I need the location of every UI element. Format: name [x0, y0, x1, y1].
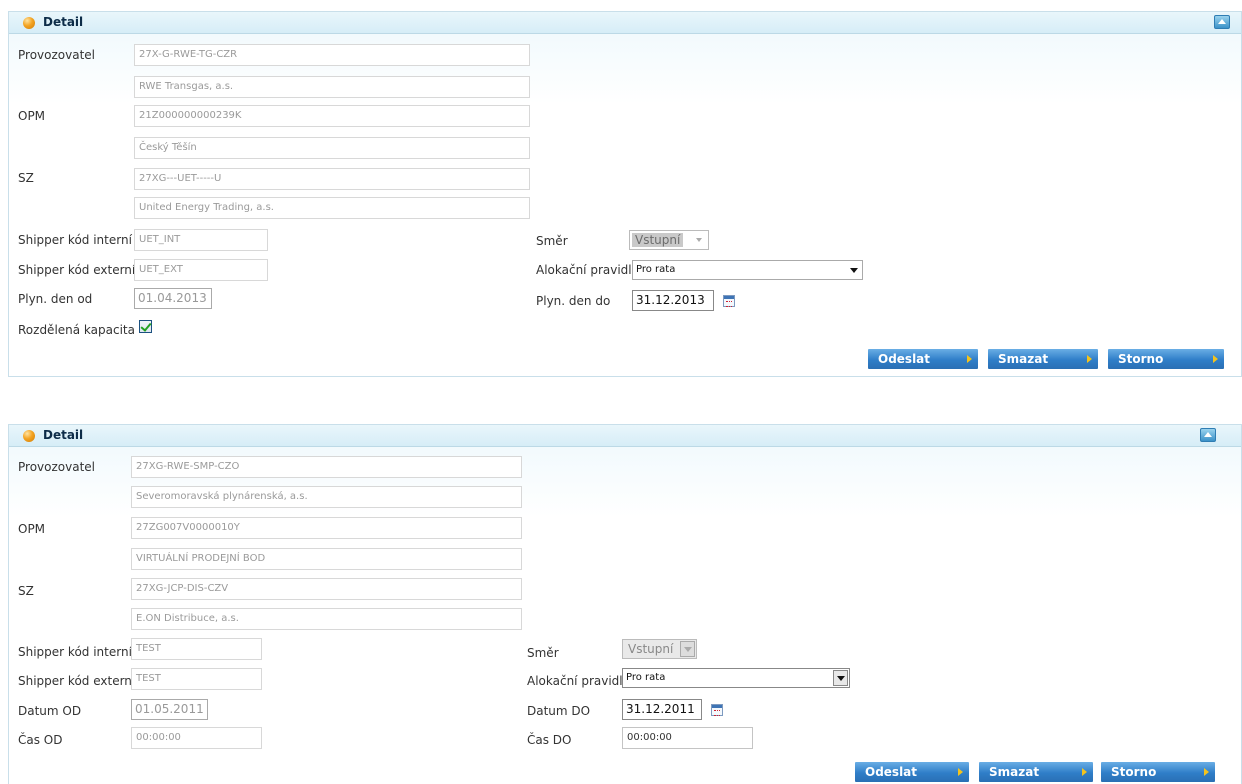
- cancel-button[interactable]: Storno: [1108, 349, 1224, 369]
- orange-orb-icon: [23, 430, 35, 442]
- chevron-down-icon: [850, 268, 858, 273]
- arrow-right-icon: [967, 355, 972, 363]
- orange-orb-icon: [23, 17, 35, 29]
- smer-select: Vstupní: [622, 639, 697, 659]
- calendar-icon[interactable]: [723, 295, 735, 307]
- label-alokacni-pravidlo: Alokační pravidlo: [527, 674, 630, 688]
- sz-code-field[interactable]: 27XG---UET-----U: [134, 168, 530, 190]
- time-from-field[interactable]: 00:00:00: [131, 727, 262, 749]
- label-sz: SZ: [18, 584, 34, 598]
- shipper-interni-field[interactable]: UET_INT: [134, 229, 268, 251]
- label-shipper-interni: Shipper kód interní: [18, 233, 132, 247]
- shipper-externi-field[interactable]: TEST: [131, 668, 262, 690]
- panel-header: [9, 12, 1241, 34]
- label-provozovatel: Provozovatel: [18, 460, 95, 474]
- label-shipper-externi: Shipper kód externí: [18, 674, 136, 688]
- cancel-button[interactable]: Storno: [1101, 762, 1215, 782]
- date-from-field[interactable]: 01.05.2011: [131, 699, 208, 720]
- collapse-button[interactable]: [1214, 15, 1230, 29]
- delete-button-label: Smazat: [989, 765, 1040, 779]
- opm-code-field[interactable]: 21Z000000000239K: [134, 105, 530, 127]
- sz-name-field[interactable]: United Energy Trading, a.s.: [134, 197, 530, 219]
- opm-name-field[interactable]: Český Těšín: [134, 137, 530, 159]
- label-smer: Směr: [536, 234, 568, 248]
- opm-name-field[interactable]: VIRTUÁLNÍ PRODEJNÍ BOD: [131, 548, 522, 570]
- opm-code-field[interactable]: 27ZG007V0000010Y: [131, 517, 522, 539]
- send-button-label: Odeslat: [878, 352, 931, 366]
- smer-select: Vstupní: [629, 230, 709, 250]
- delete-button[interactable]: Smazat: [979, 762, 1093, 782]
- time-to-field[interactable]: 00:00:00: [622, 727, 753, 749]
- date-from-field[interactable]: 01.04.2013: [134, 288, 212, 309]
- arrow-right-icon: [1082, 768, 1087, 776]
- smer-select-value: Vstupní: [628, 642, 674, 656]
- arrow-right-icon: [958, 768, 963, 776]
- label-time-to: Čas DO: [527, 733, 572, 747]
- label-time-from: Čas OD: [18, 733, 63, 747]
- calendar-icon[interactable]: [711, 704, 723, 716]
- alokacni-pravidlo-select[interactable]: Pro rata: [632, 260, 863, 280]
- label-smer: Směr: [527, 646, 559, 660]
- panel-title: Detail: [43, 15, 84, 29]
- provozovatel-code-field[interactable]: 27X-G-RWE-TG-CZR: [134, 44, 530, 66]
- date-to-field[interactable]: 31.12.2013: [632, 290, 714, 311]
- send-button[interactable]: Odeslat: [855, 762, 969, 782]
- sz-name-field[interactable]: E.ON Distribuce, a.s.: [131, 608, 522, 630]
- chevron-down-icon: [833, 670, 848, 686]
- alokacni-pravidlo-select[interactable]: Pro rata: [622, 668, 850, 688]
- chevron-down-icon: [696, 238, 702, 242]
- send-button[interactable]: Odeslat: [868, 349, 978, 369]
- delete-button[interactable]: Smazat: [988, 349, 1098, 369]
- provozovatel-name-field[interactable]: RWE Transgas, a.s.: [134, 76, 530, 98]
- alokacni-pravidlo-value: Pro rata: [636, 264, 676, 275]
- arrow-right-icon: [1204, 768, 1209, 776]
- label-rozdelena-kapacita: Rozdělená kapacita: [18, 323, 135, 337]
- rozdelena-kapacita-checkbox[interactable]: [139, 320, 152, 333]
- sz-code-field[interactable]: 27XG-JCP-DIS-CZV: [131, 578, 522, 600]
- label-date-from: Plyn. den od: [18, 292, 93, 306]
- label-alokacni-pravidlo: Alokační pravidlo: [536, 263, 639, 277]
- label-opm: OPM: [18, 522, 46, 536]
- smer-select-value: Vstupní: [632, 233, 684, 247]
- arrow-right-icon: [1213, 355, 1218, 363]
- shipper-externi-field[interactable]: UET_EXT: [134, 259, 268, 281]
- send-button-label: Odeslat: [865, 765, 918, 779]
- label-sz: SZ: [18, 171, 34, 185]
- panel-title: Detail: [43, 428, 84, 442]
- label-opm: OPM: [18, 109, 46, 123]
- date-to-field[interactable]: 31.12.2011: [622, 699, 702, 720]
- label-date-to: Datum DO: [527, 704, 591, 718]
- label-shipper-externi: Shipper kód externí: [18, 263, 136, 277]
- alokacni-pravidlo-value: Pro rata: [626, 672, 666, 683]
- label-date-to: Plyn. den do: [536, 294, 611, 308]
- label-provozovatel: Provozovatel: [18, 48, 95, 62]
- panel-header: [9, 425, 1241, 447]
- label-date-from: Datum OD: [18, 704, 82, 718]
- chevron-down-icon: [680, 641, 695, 657]
- shipper-interni-field[interactable]: TEST: [131, 638, 262, 660]
- provozovatel-name-field[interactable]: Severomoravská plynárenská, a.s.: [131, 486, 522, 508]
- cancel-button-label: Storno: [1118, 352, 1164, 366]
- label-shipper-interni: Shipper kód interní: [18, 645, 132, 659]
- collapse-button[interactable]: [1200, 428, 1216, 442]
- arrow-right-icon: [1087, 355, 1092, 363]
- delete-button-label: Smazat: [998, 352, 1049, 366]
- provozovatel-code-field[interactable]: 27XG-RWE-SMP-CZO: [131, 456, 522, 478]
- cancel-button-label: Storno: [1111, 765, 1157, 779]
